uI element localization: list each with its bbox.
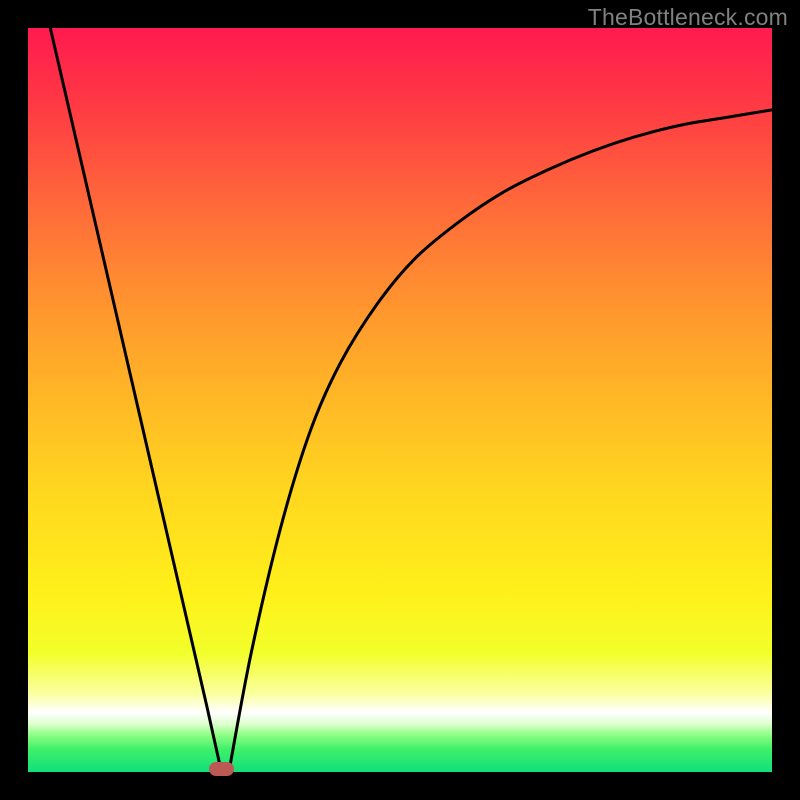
watermark-text: TheBottleneck.com: [588, 4, 788, 31]
bottleneck-curve: [28, 28, 772, 772]
optimal-point-marker: [209, 762, 234, 776]
chart-frame: TheBottleneck.com: [0, 0, 800, 800]
chart-plot-area: [28, 28, 772, 772]
